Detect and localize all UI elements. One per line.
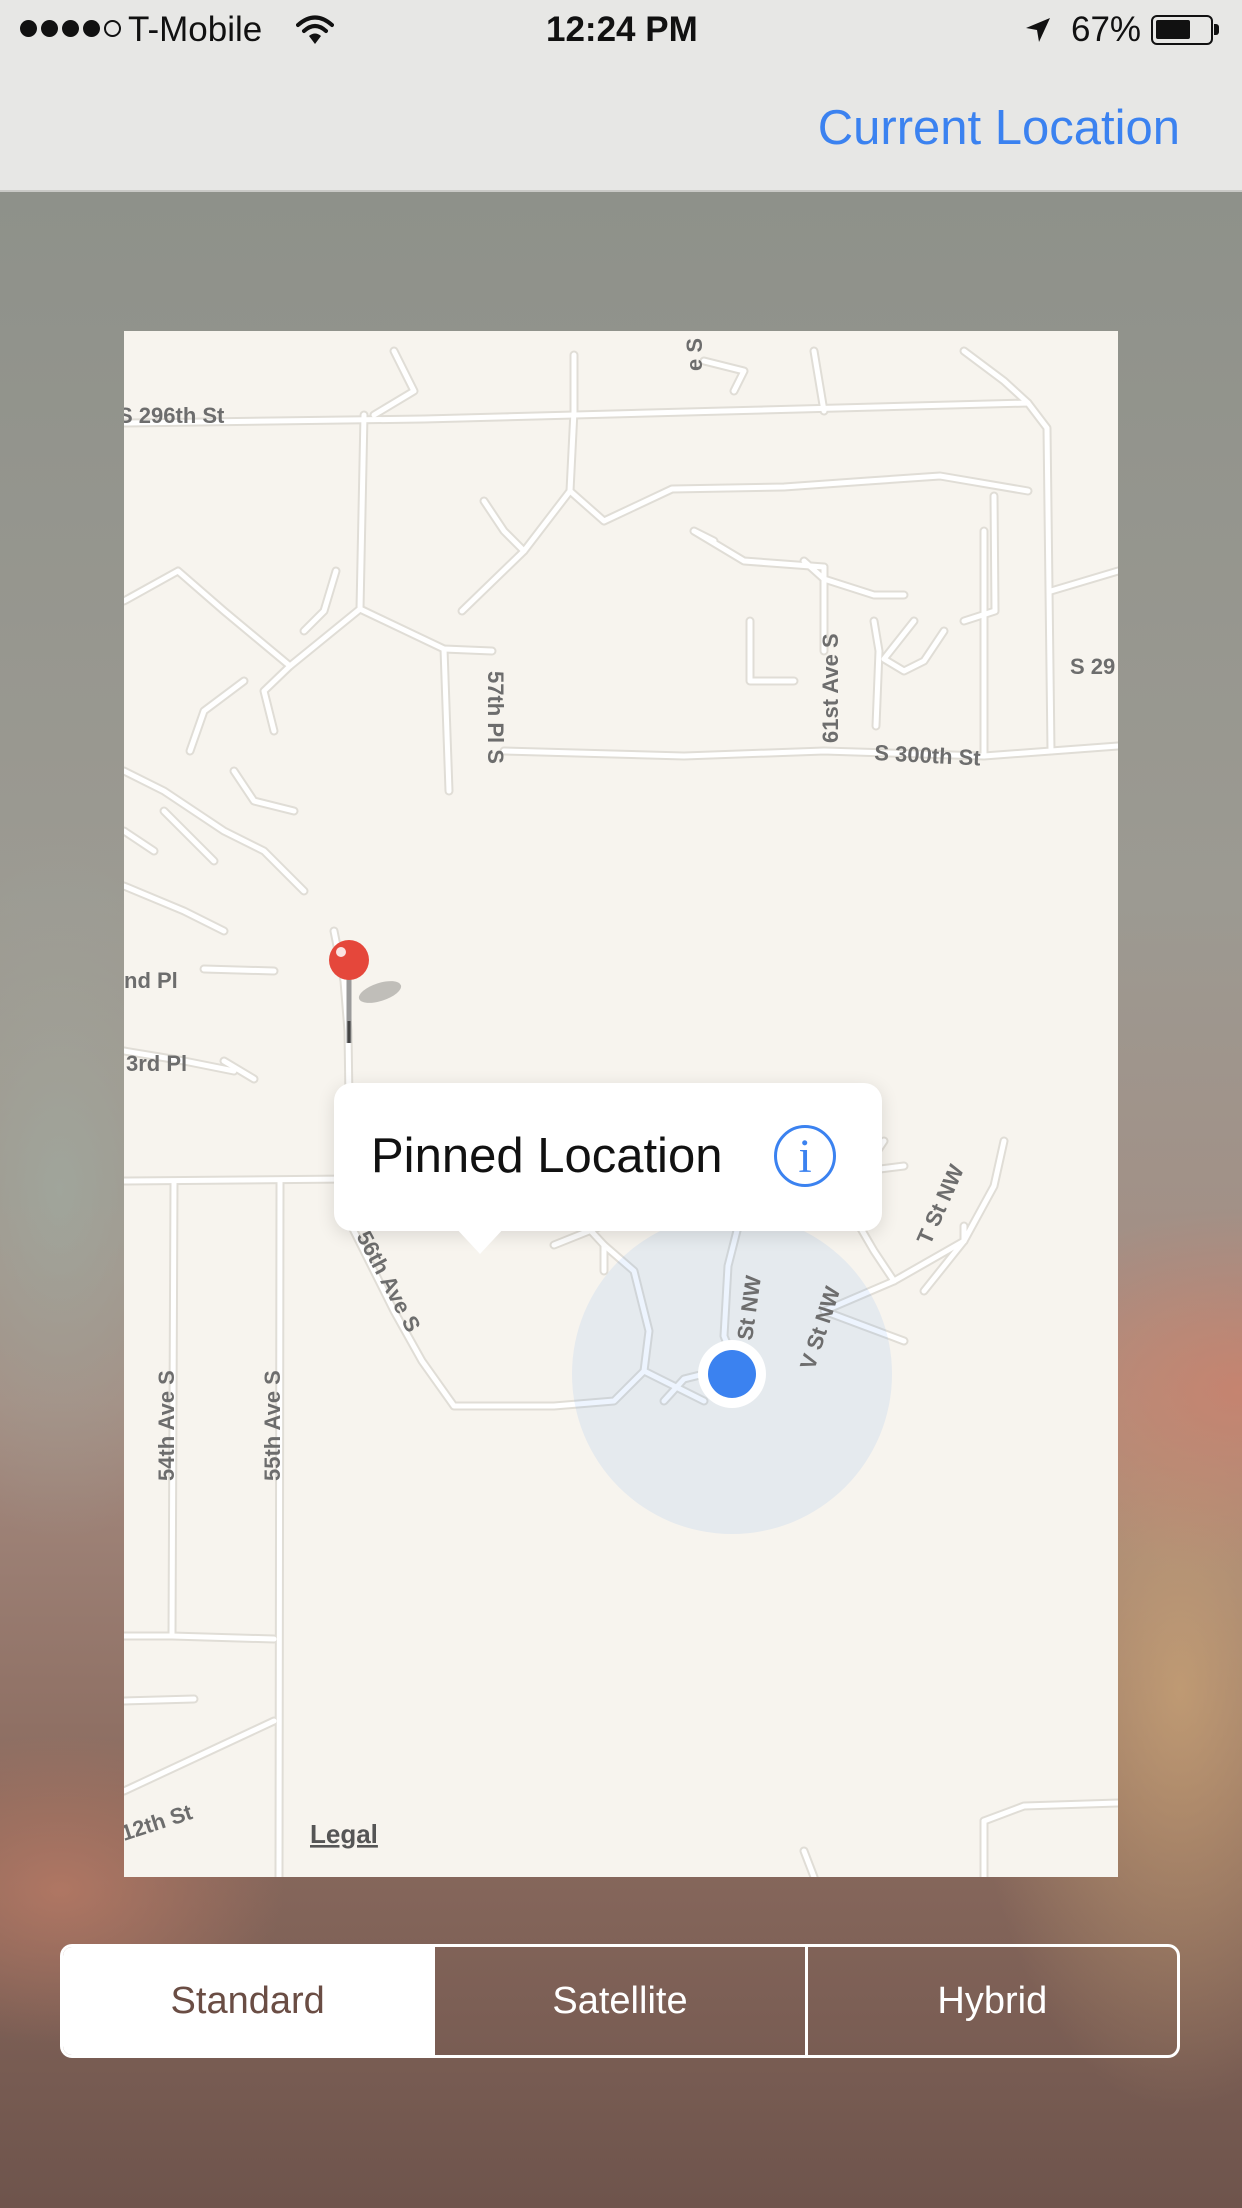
callout-tail	[454, 1226, 506, 1254]
street-label: 61st Ave S	[818, 633, 843, 743]
street-label: S 29	[1070, 654, 1115, 679]
current-location-button[interactable]: Current Location	[818, 100, 1180, 156]
status-bar: T-Mobile 12:24 PM 67%	[0, 0, 1242, 62]
street-label: 3rd Pl	[126, 1051, 187, 1076]
battery-percent: 67%	[1071, 10, 1142, 49]
street-label: nd Pl	[124, 968, 178, 993]
street-label: S 300th St	[874, 740, 982, 771]
map-type-hybrid-segment[interactable]: Hybrid	[804, 1947, 1177, 2055]
carrier-label: T-Mobile	[128, 10, 263, 49]
map-type-standard-segment[interactable]: Standard	[63, 1947, 433, 2055]
pinned-location-callout[interactable]: Pinned Location i	[334, 1083, 882, 1231]
map-pin-icon[interactable]	[329, 940, 404, 1043]
user-location-dot	[708, 1350, 756, 1398]
street-label: 12th St	[124, 1799, 196, 1846]
map-type-satellite-segment[interactable]: Satellite	[432, 1947, 804, 2055]
street-label: 56th Ave S	[352, 1227, 426, 1337]
signal-strength-icon	[20, 20, 121, 37]
callout-title: Pinned Location	[371, 1129, 723, 1183]
street-label: 57th Pl S	[483, 671, 508, 764]
navigation-bar: Current Location	[0, 62, 1242, 192]
map-type-segmented-control: Standard Satellite Hybrid	[60, 1944, 1180, 2058]
battery-cap	[1214, 24, 1219, 35]
battery-icon	[1151, 15, 1213, 45]
map-view[interactable]: S 296th St S 300th St S 29 57th Pl S 61s…	[124, 331, 1118, 1877]
legal-link[interactable]: Legal	[310, 1819, 378, 1849]
street-label: e S	[682, 338, 707, 371]
street-label: 55th Ave S	[260, 1370, 285, 1481]
street-label: S 296th St	[124, 403, 225, 428]
location-arrow-icon	[1026, 18, 1050, 42]
info-icon[interactable]: i	[774, 1125, 836, 1187]
street-label: 54th Ave S	[154, 1370, 179, 1481]
clock: 12:24 PM	[546, 10, 698, 49]
wifi-icon	[296, 15, 334, 44]
